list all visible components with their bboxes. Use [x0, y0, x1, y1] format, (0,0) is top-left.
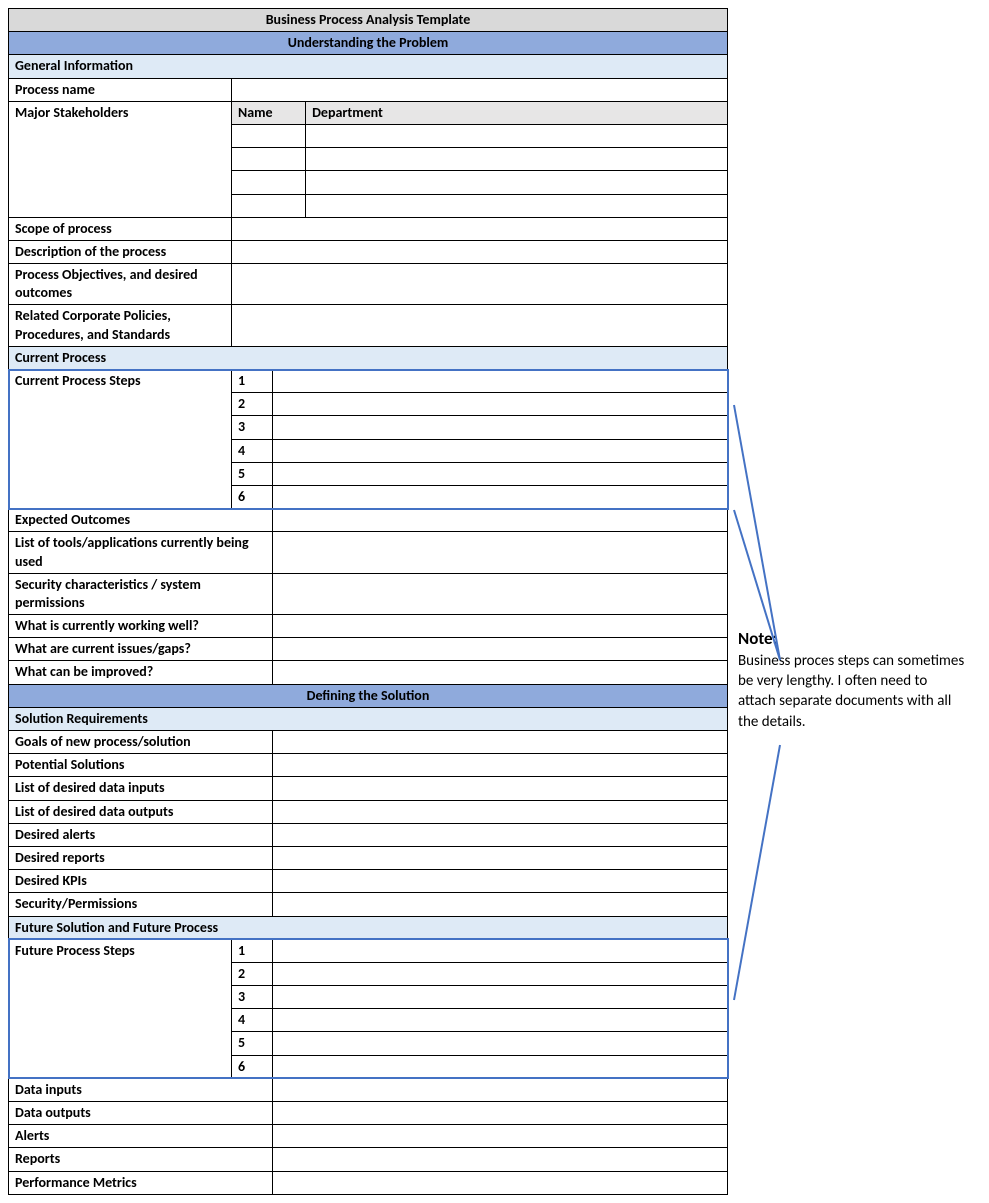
field-outputs-d[interactable] [273, 800, 728, 823]
step-field[interactable] [273, 416, 728, 439]
section-defining: Defining the Solution [9, 684, 728, 707]
field-scope[interactable] [232, 217, 728, 240]
step-field[interactable] [273, 462, 728, 485]
field-reports-d[interactable] [273, 846, 728, 869]
field-kpis-d[interactable] [273, 870, 728, 893]
label-alerts-d: Desired alerts [9, 823, 273, 846]
label-inputs: Data inputs [9, 1078, 273, 1101]
label-objectives: Process Objectives, and desired outcomes [9, 264, 232, 305]
label-policies: Related Corporate Policies, Procedures, … [9, 305, 232, 346]
future-steps-box: Future Process Steps 1 2 3 4 5 6 [9, 939, 728, 1078]
label-current-steps: Current Process Steps [9, 370, 232, 509]
field-outputs[interactable] [273, 1102, 728, 1125]
field-inputs[interactable] [273, 1078, 728, 1101]
subsection-future: Future Solution and Future Process [9, 916, 728, 939]
step-field[interactable] [273, 439, 728, 462]
subsection-general: General Information [9, 55, 728, 78]
step-num: 4 [232, 1009, 273, 1032]
field-secperm[interactable] [273, 893, 728, 916]
field-objectives[interactable] [232, 264, 728, 305]
label-alerts: Alerts [9, 1125, 273, 1148]
label-reports-d: Desired reports [9, 846, 273, 869]
step-num: 5 [232, 1032, 273, 1055]
stakeholder-name[interactable] [232, 148, 306, 171]
note-body: Business proces steps can sometimes be v… [738, 652, 964, 731]
step-field[interactable] [273, 962, 728, 985]
step-num: 3 [232, 986, 273, 1009]
label-tools: List of tools/applications currently bei… [9, 532, 273, 573]
step-num: 1 [232, 370, 273, 393]
stakeholder-name[interactable] [232, 124, 306, 147]
field-potential[interactable] [273, 754, 728, 777]
field-working-well[interactable] [273, 615, 728, 638]
field-issues[interactable] [273, 638, 728, 661]
label-reports: Reports [9, 1148, 273, 1171]
label-outputs: Data outputs [9, 1102, 273, 1125]
step-num: 1 [232, 939, 273, 962]
step-num: 5 [232, 462, 273, 485]
current-steps-box: Current Process Steps 1 2 3 4 5 6 [9, 370, 728, 509]
stakeholder-dept[interactable] [306, 148, 728, 171]
stakeholder-dept[interactable] [306, 171, 728, 194]
label-secperm: Security/Permissions [9, 893, 273, 916]
step-num: 4 [232, 439, 273, 462]
subsection-current: Current Process [9, 346, 728, 369]
label-perf: Performance Metrics [9, 1171, 273, 1194]
label-description: Description of the process [9, 240, 232, 263]
step-num: 3 [232, 416, 273, 439]
label-inputs-d: List of desired data inputs [9, 777, 273, 800]
step-num: 2 [232, 393, 273, 416]
field-description[interactable] [232, 240, 728, 263]
label-improve: What can be improved? [9, 661, 273, 684]
label-kpis-d: Desired KPIs [9, 870, 273, 893]
subsection-solreq: Solution Requirements [9, 707, 728, 730]
section-understanding: Understanding the Problem [9, 32, 728, 55]
template-table: Business Process Analysis Template Under… [8, 8, 728, 1195]
field-tools[interactable] [273, 532, 728, 573]
label-outputs-d: List of desired data outputs [9, 800, 273, 823]
label-goals: Goals of new process/solution [9, 731, 273, 754]
stakeholder-name[interactable] [232, 194, 306, 217]
label-stakeholders: Major Stakeholders [9, 101, 232, 217]
label-expected-outcomes: Expected Outcomes [9, 509, 273, 532]
field-reports[interactable] [273, 1148, 728, 1171]
step-field[interactable] [273, 986, 728, 1009]
field-process-name[interactable] [232, 78, 728, 101]
step-num: 6 [232, 1055, 273, 1078]
label-future-steps: Future Process Steps [9, 939, 232, 1078]
field-policies[interactable] [232, 305, 728, 346]
step-field[interactable] [273, 370, 728, 393]
page-title: Business Process Analysis Template [9, 9, 728, 32]
note-title: Note: [738, 628, 777, 649]
stakeholder-dept[interactable] [306, 124, 728, 147]
label-issues: What are current issues/gaps? [9, 638, 273, 661]
col-name: Name [232, 101, 306, 124]
field-alerts[interactable] [273, 1125, 728, 1148]
step-num: 6 [232, 485, 273, 508]
field-perf[interactable] [273, 1171, 728, 1194]
label-potential: Potential Solutions [9, 754, 273, 777]
field-inputs-d[interactable] [273, 777, 728, 800]
col-department: Department [306, 101, 728, 124]
field-alerts-d[interactable] [273, 823, 728, 846]
note-callout: Note: Business proces steps can sometime… [738, 628, 968, 732]
step-field[interactable] [273, 939, 728, 962]
field-improve[interactable] [273, 661, 728, 684]
step-field[interactable] [273, 485, 728, 508]
stakeholder-dept[interactable] [306, 194, 728, 217]
field-goals[interactable] [273, 731, 728, 754]
step-field[interactable] [273, 1032, 728, 1055]
label-process-name: Process name [9, 78, 232, 101]
field-expected-outcomes[interactable] [273, 509, 728, 532]
step-field[interactable] [273, 1055, 728, 1078]
field-security[interactable] [273, 573, 728, 614]
step-field[interactable] [273, 1009, 728, 1032]
step-num: 2 [232, 962, 273, 985]
label-security: Security characteristics / system permis… [9, 573, 273, 614]
step-field[interactable] [273, 393, 728, 416]
label-scope: Scope of process [9, 217, 232, 240]
label-working-well: What is currently working well? [9, 615, 273, 638]
stakeholder-name[interactable] [232, 171, 306, 194]
